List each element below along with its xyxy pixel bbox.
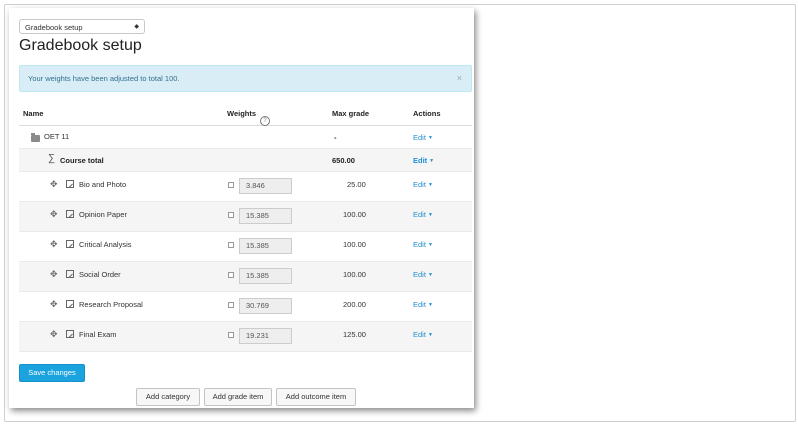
info-alert: Your weights have been adjusted to total… bbox=[19, 65, 472, 92]
item-name: Final Exam bbox=[79, 330, 117, 339]
save-changes-button[interactable]: Save changes bbox=[19, 364, 85, 382]
header-weights: Weights? bbox=[227, 109, 271, 127]
header-max-grade: Max grade bbox=[332, 109, 370, 118]
weight-input[interactable]: 15.385 bbox=[239, 208, 292, 224]
item-name: Research Proposal bbox=[79, 300, 143, 309]
weight-override-checkbox[interactable] bbox=[228, 332, 234, 338]
table-row: ✥ Opinion Paper 15.385 100.00 Edit ▼ bbox=[19, 202, 472, 232]
category-max-grade: - bbox=[334, 133, 337, 142]
item-name: Opinion Paper bbox=[79, 210, 127, 219]
sigma-icon: ∑ bbox=[48, 153, 56, 164]
item-max-grade: 100.00 bbox=[343, 240, 366, 249]
move-icon[interactable]: ✥ bbox=[50, 270, 59, 279]
table-row-category: OET 11 - Edit ▼ bbox=[19, 126, 472, 149]
caret-down-icon: ▼ bbox=[427, 135, 433, 141]
alert-message: Your weights have been adjusted to total… bbox=[28, 74, 180, 83]
weight-input[interactable]: 19.231 bbox=[239, 328, 292, 344]
gradebook-table: Name Weights? Max grade Actions OET 11 -… bbox=[19, 102, 472, 352]
edit-item-icon[interactable] bbox=[66, 210, 74, 218]
item-name: Critical Analysis bbox=[79, 240, 132, 249]
caret-down-icon: ▼ bbox=[427, 332, 433, 338]
add-grade-item-button[interactable]: Add grade item bbox=[204, 388, 272, 406]
item-edit-label: Edit bbox=[413, 330, 426, 339]
weight-override-checkbox[interactable] bbox=[228, 242, 234, 248]
course-total-edit-label: Edit bbox=[413, 156, 428, 165]
caret-down-icon: ▼ bbox=[427, 302, 433, 308]
move-icon[interactable]: ✥ bbox=[50, 330, 59, 339]
weight-override-checkbox[interactable] bbox=[228, 212, 234, 218]
weight-override-checkbox[interactable] bbox=[228, 272, 234, 278]
table-header: Name Weights? Max grade Actions bbox=[19, 102, 472, 127]
item-edit-label: Edit bbox=[413, 240, 426, 249]
select-arrows-icon: ◆ bbox=[134, 24, 139, 30]
item-edit-menu[interactable]: Edit ▼ bbox=[413, 270, 433, 279]
caret-down-icon: ▼ bbox=[427, 212, 433, 218]
caret-down-icon: ▼ bbox=[427, 272, 433, 278]
move-icon[interactable]: ✥ bbox=[50, 300, 59, 309]
table-row: ✥ Final Exam 19.231 125.00 Edit ▼ bbox=[19, 322, 472, 352]
add-category-button[interactable]: Add category bbox=[136, 388, 200, 406]
course-total-name: Course total bbox=[60, 156, 104, 165]
weight-input[interactable]: 15.385 bbox=[239, 238, 292, 254]
item-edit-label: Edit bbox=[413, 270, 426, 279]
item-edit-label: Edit bbox=[413, 300, 426, 309]
caret-down-icon: ▼ bbox=[427, 242, 433, 248]
folder-icon bbox=[31, 133, 40, 142]
edit-item-icon[interactable] bbox=[66, 300, 74, 308]
item-edit-menu[interactable]: Edit ▼ bbox=[413, 210, 433, 219]
table-row-course-total: ∑ Course total 650.00 Edit ▼ bbox=[19, 149, 472, 172]
table-row: ✥ Research Proposal 30.769 200.00 Edit ▼ bbox=[19, 292, 472, 322]
page-selector-value: Gradebook setup bbox=[25, 23, 83, 32]
item-edit-menu[interactable]: Edit ▼ bbox=[413, 180, 433, 189]
item-edit-menu[interactable]: Edit ▼ bbox=[413, 330, 433, 339]
item-max-grade: 100.00 bbox=[343, 210, 366, 219]
page-selector[interactable]: Gradebook setup ◆ bbox=[19, 19, 145, 34]
item-name: Bio and Photo bbox=[79, 180, 127, 189]
move-icon[interactable]: ✥ bbox=[50, 210, 59, 219]
course-total-max-grade: 650.00 bbox=[332, 156, 355, 165]
gradebook-panel: Gradebook setup ◆ Gradebook setup Your w… bbox=[9, 8, 474, 408]
header-actions: Actions bbox=[413, 109, 441, 118]
item-edit-menu[interactable]: Edit ▼ bbox=[413, 240, 433, 249]
weight-override-checkbox[interactable] bbox=[228, 302, 234, 308]
item-max-grade: 25.00 bbox=[347, 180, 366, 189]
category-name: OET 11 bbox=[44, 132, 70, 141]
category-edit-menu[interactable]: Edit ▼ bbox=[413, 133, 433, 142]
item-max-grade: 100.00 bbox=[343, 270, 366, 279]
caret-down-icon: ▼ bbox=[429, 158, 435, 164]
weight-input[interactable]: 3.846 bbox=[239, 178, 292, 194]
item-edit-label: Edit bbox=[413, 210, 426, 219]
item-edit-label: Edit bbox=[413, 180, 426, 189]
add-outcome-item-button[interactable]: Add outcome item bbox=[276, 388, 356, 406]
edit-item-icon[interactable] bbox=[66, 270, 74, 278]
weight-input[interactable]: 15.385 bbox=[239, 268, 292, 284]
item-edit-menu[interactable]: Edit ▼ bbox=[413, 300, 433, 309]
table-row: ✥ Bio and Photo 3.846 25.00 Edit ▼ bbox=[19, 172, 472, 202]
page-title: Gradebook setup bbox=[19, 37, 142, 54]
course-total-edit-menu[interactable]: Edit ▼ bbox=[413, 156, 434, 165]
table-row: ✥ Critical Analysis 15.385 100.00 Edit ▼ bbox=[19, 232, 472, 262]
header-weights-label: Weights bbox=[227, 109, 257, 118]
header-name: Name bbox=[23, 109, 44, 118]
caret-down-icon: ▼ bbox=[427, 182, 433, 188]
edit-item-icon[interactable] bbox=[66, 180, 74, 188]
weight-input[interactable]: 30.769 bbox=[239, 298, 292, 314]
help-icon[interactable]: ? bbox=[260, 116, 271, 127]
item-max-grade: 125.00 bbox=[343, 330, 366, 339]
category-edit-label: Edit bbox=[413, 133, 426, 142]
edit-item-icon[interactable] bbox=[66, 240, 74, 248]
move-icon[interactable]: ✥ bbox=[50, 240, 59, 249]
table-row: ✥ Social Order 15.385 100.00 Edit ▼ bbox=[19, 262, 472, 292]
move-icon[interactable]: ✥ bbox=[50, 180, 59, 189]
edit-item-icon[interactable] bbox=[66, 330, 74, 338]
close-icon[interactable]: × bbox=[457, 66, 462, 91]
item-name: Social Order bbox=[79, 270, 121, 279]
item-max-grade: 200.00 bbox=[343, 300, 366, 309]
weight-override-checkbox[interactable] bbox=[228, 182, 234, 188]
